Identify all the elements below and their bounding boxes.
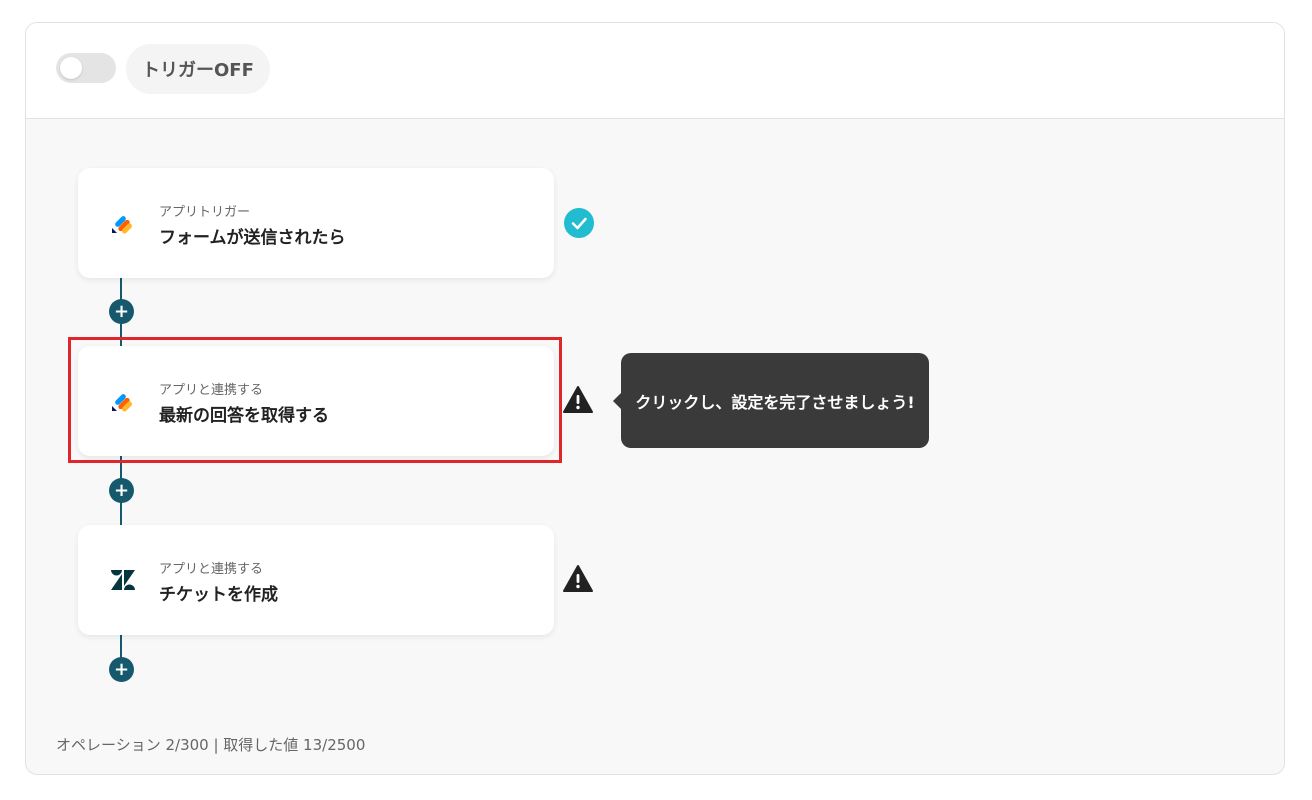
trigger-toggle[interactable] bbox=[56, 53, 116, 83]
check-icon bbox=[564, 208, 594, 238]
step-subtitle: アプリと連携する bbox=[159, 562, 264, 577]
zendesk-icon bbox=[111, 570, 135, 590]
add-step-button[interactable]: + bbox=[109, 299, 134, 324]
toggle-knob bbox=[60, 57, 82, 79]
setup-tooltip: クリックし、設定を完了させましょう! bbox=[613, 353, 929, 448]
warning-icon bbox=[563, 565, 593, 592]
tooltip-arrow bbox=[613, 393, 621, 409]
tooltip-text: クリックし、設定を完了させましょう! bbox=[635, 392, 915, 412]
step-card-form-submitted[interactable]: アプリトリガー フォームが送信されたら bbox=[78, 168, 554, 278]
warning-icon bbox=[563, 386, 593, 413]
flow-panel: トリガーOFF アプリトリガー フォームが送信されたら + アプリと連携する 最… bbox=[25, 22, 1285, 775]
jotform-icon bbox=[112, 394, 132, 412]
jotform-icon bbox=[112, 216, 132, 234]
step-card-create-ticket[interactable]: アプリと連携する チケットを作成 bbox=[78, 525, 554, 635]
add-step-button[interactable]: + bbox=[109, 657, 134, 682]
step-subtitle: アプリトリガー bbox=[159, 205, 251, 220]
step-title: フォームが送信されたら bbox=[159, 228, 346, 248]
step-subtitle: アプリと連携する bbox=[159, 383, 264, 398]
step-title: チケットを作成 bbox=[159, 585, 278, 605]
add-step-button[interactable]: + bbox=[109, 478, 134, 503]
usage-footer: オペレーション 2/300 | 取得した値 13/2500 bbox=[56, 736, 366, 754]
step-card-get-latest-answer[interactable]: アプリと連携する 最新の回答を取得する bbox=[78, 346, 554, 456]
panel-header: トリガーOFF bbox=[26, 23, 1284, 119]
trigger-status-label: トリガーOFF bbox=[126, 44, 270, 94]
step-title: 最新の回答を取得する bbox=[159, 406, 329, 426]
